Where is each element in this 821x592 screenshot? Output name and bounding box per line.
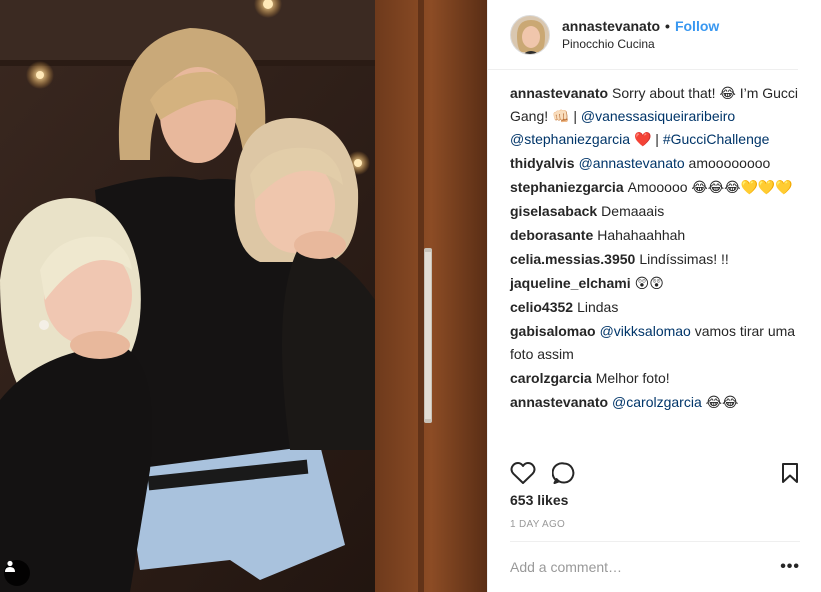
comment-text: amoooooooo xyxy=(684,155,771,171)
comment-text: Lindas xyxy=(577,299,619,315)
comment-item: stephaniezgarcia Amooooo 😂😂😂💛💛💛 xyxy=(510,176,800,199)
comment-username[interactable]: gabisalomao xyxy=(510,323,596,339)
action-bar-left xyxy=(510,461,576,485)
header-user-line: annastevanato • Follow xyxy=(562,18,719,34)
comment-username[interactable]: carolzgarcia xyxy=(510,370,592,386)
photo-illustration xyxy=(0,0,487,592)
comment-username[interactable]: giselasaback xyxy=(510,203,597,219)
comment-username[interactable]: annastevanato xyxy=(510,394,608,410)
follow-button[interactable]: Follow xyxy=(675,18,719,34)
add-comment-bar: ••• xyxy=(510,541,800,592)
post-side-panel: annastevanato • Follow Pinocchio Cucina … xyxy=(487,0,821,592)
comment-text: Hahahaahhah xyxy=(597,227,686,243)
comment-item: annastevanato @carolzgarcia 😂😂 xyxy=(510,391,800,414)
comment-item: jaqueline_elchami 😲😲 xyxy=(510,272,800,295)
author-username[interactable]: annastevanato xyxy=(562,18,660,34)
post-timestamp[interactable]: 1 DAY AGO xyxy=(510,519,565,530)
heart-outline-icon[interactable] xyxy=(510,461,536,485)
post-photo[interactable] xyxy=(0,0,487,592)
comment-text: Amooooo 😂😂😂💛💛💛 xyxy=(627,179,793,195)
bookmark-icon[interactable] xyxy=(780,462,800,484)
comment-item: gabisalomao @vikksalomao vamos tirar uma … xyxy=(510,320,800,366)
comment-item: annastevanato Sorry about that! 😂 I’m Guc… xyxy=(510,82,800,151)
comment-item: carolzgarcia Melhor foto! xyxy=(510,367,800,390)
comment-username[interactable]: stephaniezgarcia xyxy=(510,179,624,195)
comment-username[interactable]: celia.messias.3950 xyxy=(510,251,635,267)
instagram-post: annastevanato • Follow Pinocchio Cucina … xyxy=(0,0,821,592)
action-bar xyxy=(510,458,800,488)
comment-item: celio4352 Lindas xyxy=(510,296,800,319)
avatar[interactable] xyxy=(510,14,550,55)
mention-link[interactable]: @annastevanato xyxy=(579,155,685,171)
comment-text: Melhor foto! xyxy=(595,370,670,386)
header-text: annastevanato • Follow Pinocchio Cucina xyxy=(562,18,719,51)
comment-username[interactable]: thidyalvis xyxy=(510,155,575,171)
comment-item: celia.messias.3950 Lindíssimas! !! xyxy=(510,248,800,271)
comment-text: 😲😲 xyxy=(634,275,664,291)
location-link[interactable]: Pinocchio Cucina xyxy=(562,37,719,51)
speech-bubble-icon[interactable] xyxy=(552,461,576,485)
comment-text: 😂😂 xyxy=(701,394,739,410)
comment-text: Demaaais xyxy=(601,203,665,219)
post-header: annastevanato • Follow Pinocchio Cucina xyxy=(488,0,798,70)
comment-text: Lindíssimas! !! xyxy=(639,251,729,267)
comment-username[interactable]: deborasante xyxy=(510,227,593,243)
add-comment-input[interactable] xyxy=(510,559,750,575)
comment-username[interactable]: jaqueline_elchami xyxy=(510,275,631,291)
comment-item: deborasante Hahahaahhah xyxy=(510,224,800,247)
comments-list: annastevanato Sorry about that! 😂 I’m Guc… xyxy=(510,82,800,415)
mention-link[interactable]: @stephaniezgarcia xyxy=(510,131,630,147)
comment-item: thidyalvis @annastevanato amoooooooo xyxy=(510,152,800,175)
mention-link[interactable]: @carolzgarcia xyxy=(612,394,702,410)
likes-count[interactable]: 653 likes xyxy=(510,492,568,508)
comment-item: giselasaback Demaaais xyxy=(510,200,800,223)
comment-text: ❤️ | xyxy=(630,131,663,147)
comment-username[interactable]: celio4352 xyxy=(510,299,573,315)
tagged-people-button[interactable] xyxy=(4,560,30,586)
separator-dot: • xyxy=(665,18,670,34)
hashtag-link[interactable]: #GucciChallenge xyxy=(663,131,770,147)
avatar-image xyxy=(511,15,549,54)
mention-link[interactable]: @vikksalomao xyxy=(600,323,691,339)
comment-username[interactable]: annastevanato xyxy=(510,85,608,101)
person-icon xyxy=(5,560,15,572)
mention-link[interactable]: @vanessasiqueiraribeiro xyxy=(581,108,735,124)
more-options-icon[interactable]: ••• xyxy=(780,558,800,576)
